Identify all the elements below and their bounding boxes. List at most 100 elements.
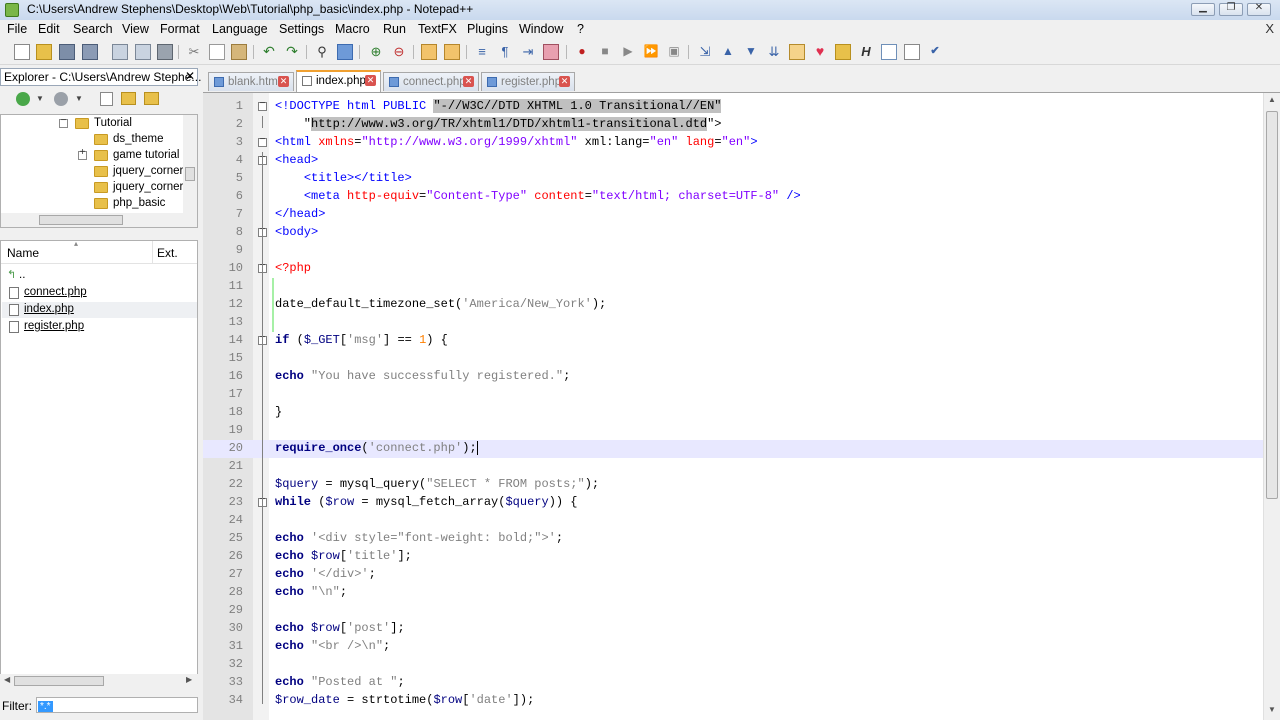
scroll-thumb[interactable] [185,167,195,181]
code-line[interactable]: 15 [203,350,1263,368]
replace-icon[interactable] [337,44,353,60]
find-folder-icon[interactable] [144,92,159,105]
favorites-icon[interactable]: ♥ [812,44,828,60]
tab-register-php[interactable]: register.php ✕ [481,72,575,91]
tab-close-icon[interactable]: ✕ [365,75,376,86]
scroll-down-icon[interactable]: ▼ [1264,705,1280,714]
code-line[interactable]: 27 echo '</div>'; [203,566,1263,584]
fold-toggle-icon[interactable]: − [258,134,267,147]
sync-scroll-v-icon[interactable] [421,44,437,60]
scroll-right-icon[interactable]: ▶ [186,675,192,684]
name-column-header[interactable]: Name [7,246,39,260]
code-line[interactable]: 1 − <!DOCTYPE html PUBLIC "-//W3C//DTD XHT… [203,98,1263,116]
arrow-down-icon[interactable]: ▼ [743,44,759,60]
menu-plugins[interactable]: Plugins [467,22,508,36]
new-file-icon[interactable] [14,44,30,60]
tree-vertical-scrollbar[interactable] [183,115,197,227]
tab-close-icon[interactable]: ✕ [559,76,570,87]
minimize-button[interactable]: ▁ [1191,2,1215,16]
redo-icon[interactable]: ↷ [284,44,300,60]
tab-connect-php[interactable]: connect.php ✕ [383,72,479,91]
code-line[interactable]: 13 [203,314,1263,332]
forward-icon[interactable] [54,92,68,106]
file-item-selected[interactable]: index.php [2,302,197,318]
menu-view[interactable]: View [122,22,149,36]
sync-scroll-h-icon[interactable] [444,44,460,60]
tree-horizontal-scrollbar[interactable] [1,213,183,227]
menu-window[interactable]: Window [519,22,563,36]
zoom-in-icon[interactable]: ⊕ [368,44,384,60]
arrow-up-icon[interactable]: ▲ [720,44,736,60]
console-icon[interactable] [881,44,897,60]
zoom-out-icon[interactable]: ⊖ [391,44,407,60]
copy-icon[interactable] [209,44,225,60]
open-file-icon[interactable] [36,44,52,60]
code-line[interactable]: 2 "http://www.w3.org/TR/xhtml1/DTD/xhtml… [203,116,1263,134]
print-icon[interactable] [157,44,173,60]
code-line[interactable]: 26 echo $row['title']; [203,548,1263,566]
code-line[interactable]: 8−<body> [203,224,1263,242]
textfx-icon[interactable]: ⇲ [697,44,713,60]
maximize-button[interactable]: ❐ [1219,2,1243,16]
code-editor[interactable]: 1− <!DOCTYPE html PUBLIC "-//W3C//DTD XHT… [203,92,1280,720]
menu-search[interactable]: Search [73,22,113,36]
code-line[interactable]: 33 echo "Posted at "; [203,674,1263,692]
scroll-thumb[interactable] [39,215,123,225]
code-line[interactable]: 24 [203,512,1263,530]
code-line[interactable]: 29 [203,602,1263,620]
record-macro-icon[interactable]: ● [574,44,590,60]
back-dropdown-icon[interactable]: ▼ [36,94,44,103]
ext-column-header[interactable]: Ext. [157,246,178,260]
menu-file[interactable]: File [7,22,27,36]
cut-icon[interactable]: ✂ [186,44,202,60]
run-macro-multiple-icon[interactable]: ⏩ [643,44,659,60]
spell-check-icon[interactable]: ✔ [927,44,943,60]
close-window-button[interactable]: ✕ [1247,2,1271,16]
tab-close-icon[interactable]: ✕ [278,76,289,87]
new-file-explorer-icon[interactable] [100,92,113,106]
paste-icon[interactable] [231,44,247,60]
code-line[interactable]: 17 [203,386,1263,404]
save-macro-icon[interactable]: ▣ [666,44,682,60]
menu-help[interactable]: ? [577,22,584,36]
code-line[interactable]: 10−<?php [203,260,1263,278]
code-line[interactable]: 5 <title></title> [203,170,1263,188]
scroll-up-icon[interactable]: ▲ [1264,95,1280,104]
scroll-thumb[interactable] [1266,111,1278,499]
word-wrap-icon[interactable]: ≡ [474,44,490,60]
code-line[interactable]: 25 echo '<div style="font-weight: bold;">… [203,530,1263,548]
code-line[interactable]: 11 [203,278,1263,296]
code-line[interactable]: 20 require_once('connect.php'); [203,440,1263,458]
user-lang-icon[interactable] [543,44,559,60]
menu-run[interactable]: Run [383,22,406,36]
code-line[interactable]: 30 echo $row['post']; [203,620,1263,638]
fold-toggle-icon[interactable]: − [258,98,267,111]
menu-language[interactable]: Language [212,22,268,36]
document-map-icon[interactable] [904,44,920,60]
explorer-toggle-icon[interactable] [789,44,805,60]
new-folder-icon[interactable] [121,92,136,105]
undo-icon[interactable]: ↶ [261,44,277,60]
show-all-chars-icon[interactable]: ¶ [497,44,513,60]
sort-icon[interactable]: ⇊ [766,44,782,60]
menu-textfx[interactable]: TextFX [418,22,457,36]
code-line[interactable]: 4−<head> [203,152,1263,170]
folder-icon[interactable] [835,44,851,60]
menu-macro[interactable]: Macro [335,22,370,36]
filter-input[interactable]: *.* [36,697,198,713]
code-line[interactable]: 9 [203,242,1263,260]
explorer-close-button[interactable]: ✕ [185,69,195,83]
save-all-icon[interactable] [82,44,98,60]
code-line[interactable]: 31 echo "<br />\n"; [203,638,1263,656]
code-line[interactable]: 16 echo "You have successfully registered… [203,368,1263,386]
menu-settings[interactable]: Settings [279,22,324,36]
code-line[interactable]: 32 [203,656,1263,674]
function-list-icon[interactable]: H [858,44,874,60]
expand-icon[interactable]: + [78,147,87,160]
code-line[interactable]: 28 echo "\n"; [203,584,1263,602]
code-line[interactable]: 12 date_default_timezone_set('America/New… [203,296,1263,314]
code-line[interactable]: 21 [203,458,1263,476]
tab-index-php[interactable]: index.php ✕ [296,70,381,92]
tab-close-icon[interactable]: ✕ [463,76,474,87]
close-all-icon[interactable] [135,44,151,60]
